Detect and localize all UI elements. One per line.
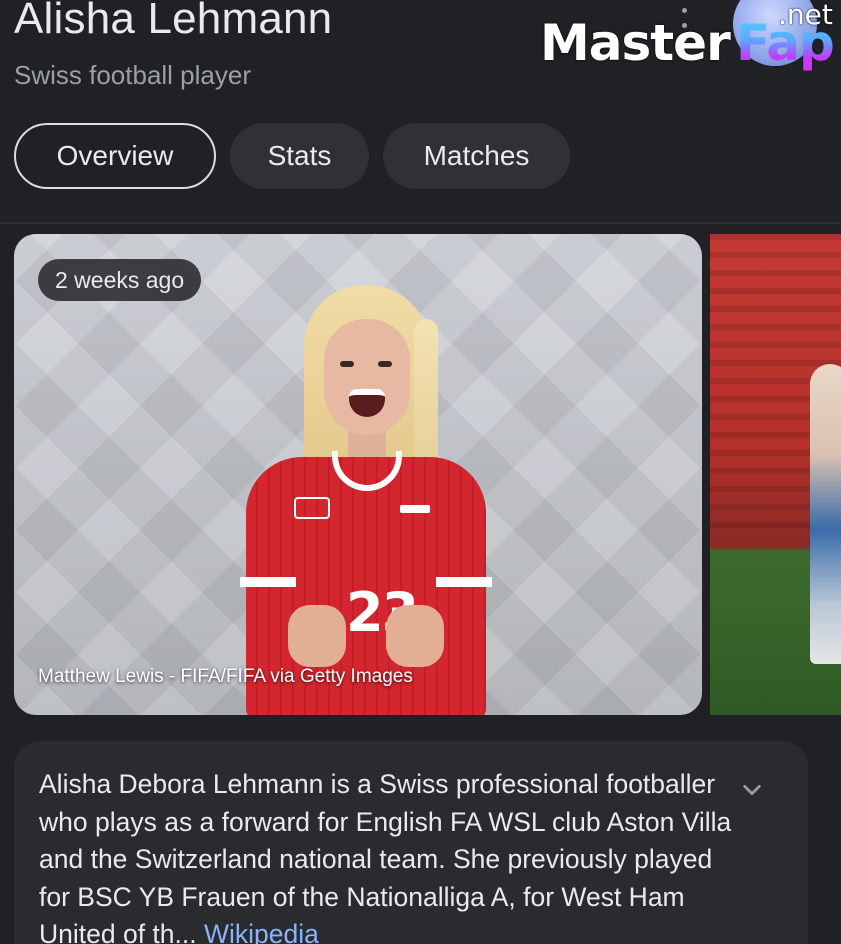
description-card: Alisha Debora Lehmann is a Swiss profess…	[14, 741, 808, 944]
page-subtitle: Swiss football player	[14, 60, 251, 90]
tab-stats[interactable]: Stats	[230, 123, 369, 189]
player-photo: 23	[236, 279, 496, 715]
watermark-part1: Master	[540, 14, 731, 72]
time-badge: 2 weeks ago	[38, 259, 202, 301]
image-card-next[interactable]	[710, 234, 841, 715]
knowledge-panel: Alisha Lehmann Swiss football player Mas…	[0, 0, 841, 944]
watermark-suffix: .net	[778, 0, 833, 31]
tab-overview[interactable]: Overview	[14, 123, 216, 189]
tab-bar: Overview Stats Matches	[14, 123, 570, 189]
watermark-logo: Master Fap .net	[540, 0, 841, 78]
description-body: Alisha Debora Lehmann is a Swiss profess…	[39, 769, 732, 944]
page-title: Alisha Lehmann	[14, 0, 333, 43]
tab-matches[interactable]: Matches	[383, 123, 570, 189]
image-credit: Matthew Lewis - FIFA/FIFA via Getty Imag…	[38, 666, 413, 687]
divider	[0, 222, 841, 224]
wikipedia-link[interactable]: Wikipedia	[204, 919, 319, 944]
description-ellipsis: ...	[174, 919, 197, 944]
description-text: Alisha Debora Lehmann is a Swiss profess…	[39, 766, 739, 944]
chevron-down-icon[interactable]	[741, 779, 763, 801]
image-card-main[interactable]: 23 2 weeks ago Matthew Lewis - FIFA/FIFA…	[14, 234, 702, 715]
